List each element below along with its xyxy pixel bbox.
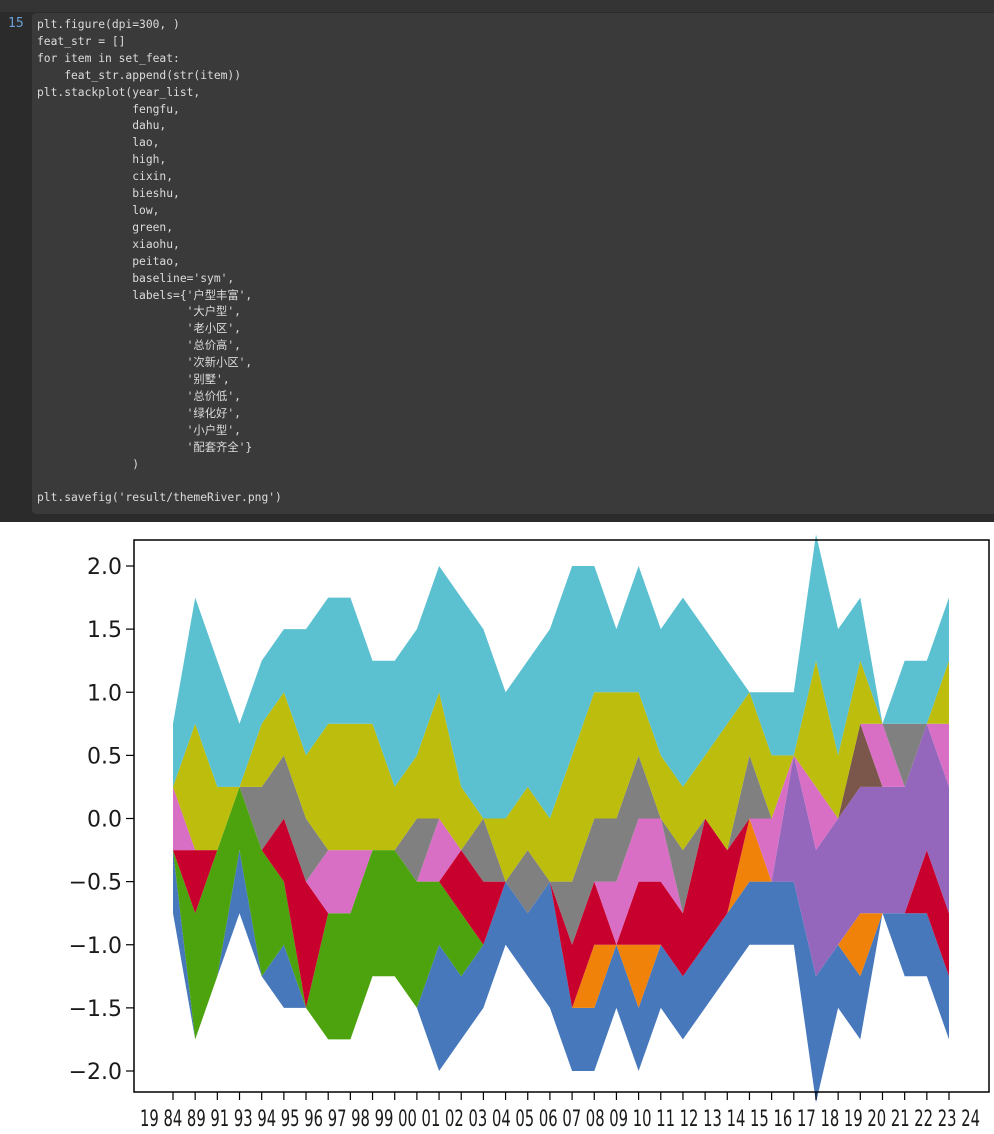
y-tick-label: 0.5 (87, 744, 122, 769)
code-editor[interactable]: plt.figure(dpi=300, ) feat_str = [] for it… (37, 17, 282, 507)
code-line: labels={'户型丰富', (37, 288, 253, 302)
code-line: high, (37, 153, 167, 167)
y-tick-label: 2.0 (87, 555, 122, 580)
y-tick-label: 0.0 (87, 808, 122, 833)
y-tick-label: −1.5 (69, 997, 122, 1022)
theme-river-chart: 2.0 1.5 1.0 0.5 0.0 −0.5 −1.0 −1.5 −2.0 19 84 89… (0, 522, 994, 1134)
code-line: green, (37, 220, 174, 234)
y-tick-label: 1.0 (87, 681, 122, 706)
code-line: low, (37, 203, 160, 217)
code-line: '次新小区', (37, 356, 253, 370)
code-line: plt.figure(dpi=300, ) (37, 18, 180, 31)
code-line: lao, (37, 136, 160, 150)
y-tick-label: −2.0 (69, 1060, 122, 1085)
code-line: '大户型', (37, 305, 241, 319)
code-cell[interactable]: plt.figure(dpi=300, ) feat_str = [] for it… (32, 13, 994, 514)
x-tick-labels-overlapping: 19 84 89 91 93 94 95 96 97 98 99 00 01 0… (140, 1107, 980, 1132)
y-tick-label: 1.5 (87, 618, 122, 643)
code-line: peitao, (37, 254, 180, 268)
code-line: '总价低', (37, 389, 241, 403)
code-line: xiaohu, (37, 237, 180, 251)
code-line: plt.stackplot(year_list, (37, 85, 201, 99)
code-line: '绿化好', (37, 406, 241, 420)
y-tick-label: −1.0 (69, 934, 122, 959)
code-line: ) (37, 457, 140, 471)
code-line: '小户型', (37, 423, 241, 437)
code-line: '老小区', (37, 322, 241, 336)
cell-output: 2.0 1.5 1.0 0.5 0.0 −0.5 −1.0 −1.5 −2.0 19 84 89… (0, 522, 994, 1134)
code-line: '别墅', (37, 373, 230, 387)
code-line: fengfu, (37, 102, 180, 116)
code-line: feat_str = [] (37, 34, 126, 48)
code-line: dahu, (37, 119, 167, 133)
y-tick-label: −0.5 (69, 871, 122, 896)
code-line: '总价高', (37, 339, 241, 353)
code-line: bieshu, (37, 187, 180, 201)
code-line: baseline='sym', (37, 271, 235, 285)
code-line: feat_str.append(str(item)) (37, 68, 242, 82)
code-line: '配套齐全'} (37, 440, 253, 454)
code-line: for item in set_feat: (37, 51, 180, 65)
cell-execution-count: 15 (8, 16, 24, 31)
code-line: plt.savefig('result/themeRiver.png') (37, 491, 282, 505)
cell-top-toolbar (0, 0, 994, 12)
code-line: cixin, (37, 170, 174, 184)
